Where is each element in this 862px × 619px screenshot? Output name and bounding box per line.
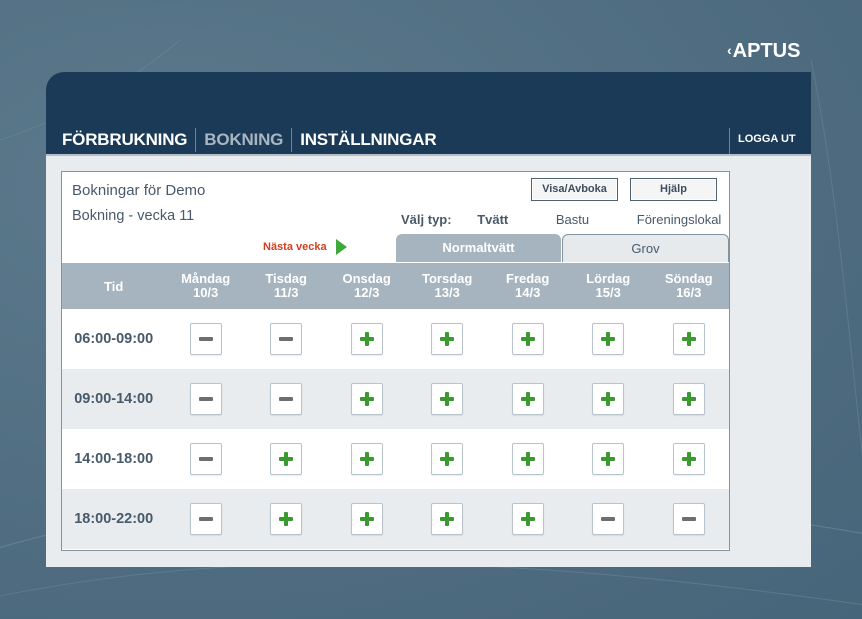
slot-cell (407, 323, 488, 355)
booking-panel: Bokningar för Demo Bokning - vecka 11 Vi… (61, 171, 730, 551)
book-slot-plus-icon[interactable] (672, 383, 705, 415)
day-header: Onsdag 12/3 (342, 271, 391, 300)
grid-rows: 06:00-09:00 09:00-14:00 14:00-18:00 18:00-2… (62, 309, 729, 549)
day-header: Måndag 10/3 (181, 271, 231, 300)
slot-cell (487, 503, 568, 535)
slot-cell (407, 383, 488, 415)
slot-cell (165, 383, 246, 415)
booking-title: Bokningar för Demo (72, 182, 206, 199)
book-slot-plus-icon[interactable] (431, 323, 464, 355)
book-slot-plus-icon[interactable] (592, 383, 625, 415)
unavailable-slot-minus-icon (189, 383, 222, 415)
main-content: Bokningar för Demo Bokning - vecka 11 Vi… (46, 154, 811, 567)
aptus-logo: ‹APTUS (727, 40, 801, 62)
type-label: Välj typ: (401, 212, 452, 227)
book-slot-plus-icon[interactable] (511, 383, 544, 415)
nav-bokning[interactable]: BOKNING (196, 129, 291, 151)
table-row: 14:00-18:00 (62, 429, 729, 489)
book-slot-plus-icon[interactable] (350, 443, 383, 475)
unavailable-slot-minus-icon (270, 383, 303, 415)
type-option-tvatt[interactable]: Tvätt (477, 212, 508, 227)
slot-cell (246, 383, 327, 415)
nav-forbrukning[interactable]: FÖRBRUKNING (62, 129, 195, 151)
slot-cell (407, 443, 488, 475)
unavailable-slot-minus-icon (189, 323, 222, 355)
view-cancel-button[interactable]: Visa/Avboka (531, 178, 618, 201)
help-button[interactable]: Hjälp (630, 178, 717, 201)
time-slot-label: 09:00-14:00 (74, 391, 154, 407)
book-slot-plus-icon[interactable] (431, 503, 464, 535)
slot-cell (648, 323, 729, 355)
slot-cell (165, 503, 246, 535)
next-week-label: Nästa vecka (263, 241, 327, 253)
grid-header: Tid Måndag 10/3 Tisdag 11/3 Onsdag 12/3 Tor… (62, 263, 729, 309)
slot-cell (326, 323, 407, 355)
booking-grid: Tid Måndag 10/3 Tisdag 11/3 Onsdag 12/3 Tor… (62, 263, 729, 549)
week-label: Bokning - vecka 11 (72, 208, 195, 224)
logout-link[interactable]: LOGGA UT (729, 128, 796, 154)
nav-installningar[interactable]: INSTÄLLNINGAR (292, 129, 444, 151)
play-arrow-icon[interactable] (335, 239, 347, 255)
table-row: 09:00-14:00 (62, 369, 729, 429)
book-slot-plus-icon[interactable] (431, 443, 464, 475)
next-week-link[interactable]: Nästa vecka (263, 239, 347, 255)
book-slot-plus-icon[interactable] (431, 383, 464, 415)
slot-cell (648, 383, 729, 415)
slot-cell (487, 323, 568, 355)
slot-cell (326, 383, 407, 415)
slot-cell (487, 383, 568, 415)
unavailable-slot-minus-icon (189, 503, 222, 535)
unavailable-slot-minus-icon (270, 323, 303, 355)
slot-cell (246, 503, 327, 535)
slot-cell (326, 503, 407, 535)
type-selector: Välj typ: Tvätt Bastu Föreningslokal (401, 212, 721, 227)
unavailable-slot-minus-icon (672, 503, 705, 535)
tab-normaltvatt[interactable]: Normaltvätt (396, 234, 561, 262)
slot-cell (568, 503, 649, 535)
day-header: Söndag 16/3 (664, 271, 713, 300)
day-header: Lördag 15/3 (586, 271, 631, 300)
book-slot-plus-icon[interactable] (350, 383, 383, 415)
slot-cell (246, 443, 327, 475)
tab-grov[interactable]: Grov (562, 234, 729, 262)
book-slot-plus-icon[interactable] (511, 503, 544, 535)
book-slot-plus-icon[interactable] (350, 503, 383, 535)
book-slot-plus-icon[interactable] (350, 323, 383, 355)
time-slot-label: 06:00-09:00 (74, 331, 154, 347)
time-slot-label: 14:00-18:00 (74, 451, 154, 467)
unavailable-slot-minus-icon (189, 443, 222, 475)
aptus-mark-icon: ‹ (727, 42, 732, 58)
book-slot-plus-icon[interactable] (672, 323, 705, 355)
unavailable-slot-minus-icon (592, 503, 625, 535)
table-row: 06:00-09:00 (62, 309, 729, 369)
type-option-bastu[interactable]: Bastu (556, 212, 589, 227)
slot-cell (326, 443, 407, 475)
slot-cell (568, 323, 649, 355)
day-header: Torsdag 13/3 (422, 271, 473, 300)
slot-cell (165, 323, 246, 355)
time-slot-label: 18:00-22:00 (74, 511, 154, 527)
main-nav: FÖRBRUKNING BOKNING INSTÄLLNINGAR (62, 128, 444, 152)
slot-cell (246, 323, 327, 355)
table-row: 18:00-22:00 (62, 489, 729, 549)
slot-cell (568, 383, 649, 415)
slot-cell (648, 503, 729, 535)
slot-cell (568, 443, 649, 475)
top-header: FÖRBRUKNING BOKNING INSTÄLLNINGAR LOGGA … (46, 72, 811, 154)
book-slot-plus-icon[interactable] (592, 323, 625, 355)
book-slot-plus-icon[interactable] (511, 323, 544, 355)
slot-cell (487, 443, 568, 475)
slot-cell (407, 503, 488, 535)
book-slot-plus-icon[interactable] (270, 503, 303, 535)
slot-cell (165, 443, 246, 475)
slot-cell (648, 443, 729, 475)
book-slot-plus-icon[interactable] (270, 443, 303, 475)
day-header: Fredag 14/3 (506, 271, 550, 300)
book-slot-plus-icon[interactable] (592, 443, 625, 475)
time-column-header: Tid (104, 278, 124, 294)
book-slot-plus-icon[interactable] (672, 443, 705, 475)
book-slot-plus-icon[interactable] (511, 443, 544, 475)
day-header: Tisdag 11/3 (265, 271, 307, 300)
type-option-foreningslokal[interactable]: Föreningslokal (637, 212, 722, 227)
